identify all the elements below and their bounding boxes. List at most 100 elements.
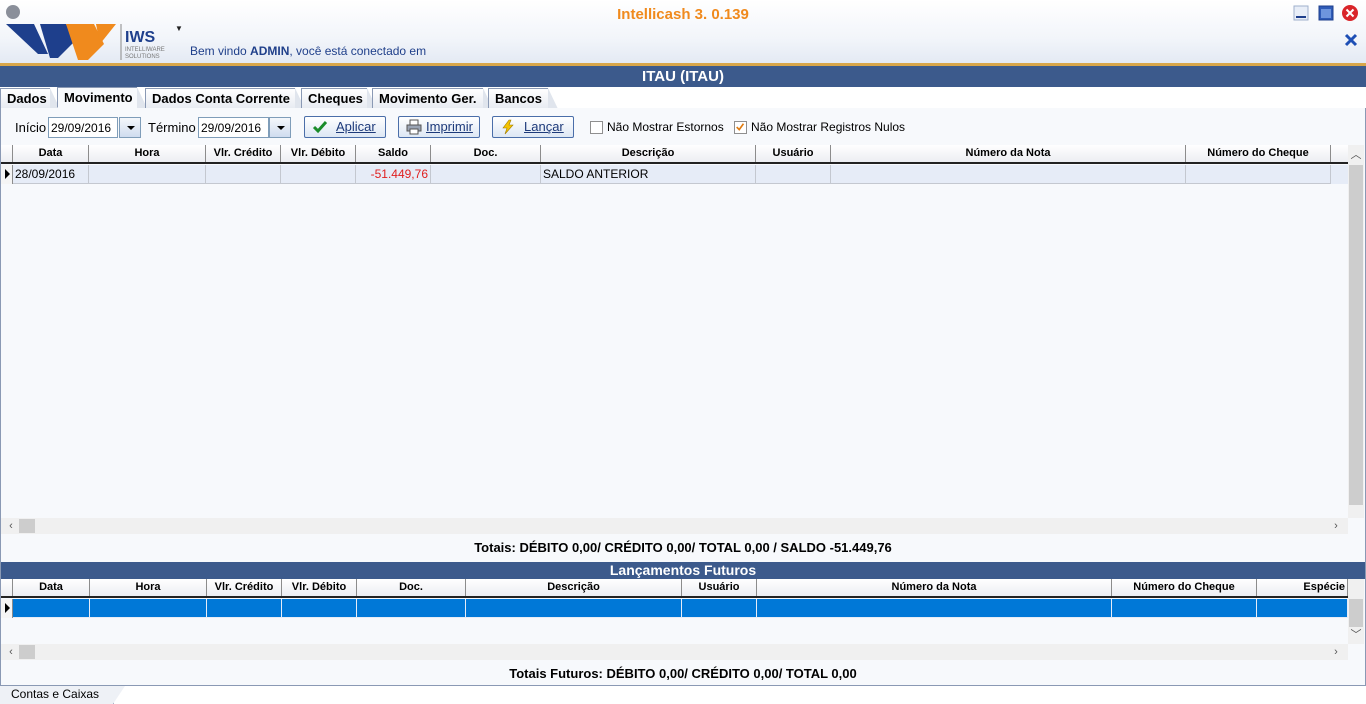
cell-saldo[interactable]: -51.449,76 bbox=[356, 165, 431, 184]
scroll-right-arrow-icon[interactable]: › bbox=[1328, 518, 1344, 534]
row-indicator bbox=[1, 165, 13, 184]
cell-numero-nota[interactable] bbox=[831, 165, 1186, 184]
row-pointer-icon bbox=[5, 603, 10, 613]
cell-numero-cheque[interactable] bbox=[1112, 599, 1257, 618]
column-header-numero-cheque[interactable]: Número do Cheque bbox=[1112, 579, 1257, 596]
aplicar-button[interactable]: Aplicar bbox=[304, 116, 386, 138]
horizontal-scroll-thumb[interactable] bbox=[19, 519, 35, 533]
cell-debito[interactable] bbox=[281, 165, 356, 184]
tab-movimento-ger[interactable]: Movimento Ger. bbox=[372, 88, 493, 109]
cell-data[interactable] bbox=[13, 599, 90, 618]
lancar-button[interactable]: Lançar bbox=[492, 116, 574, 138]
scroll-up-arrow-icon[interactable]: ︿ bbox=[1348, 147, 1364, 163]
cell-credito[interactable] bbox=[207, 599, 282, 618]
inicio-date-input[interactable] bbox=[48, 117, 118, 138]
lancamentos-futuros-title: Lançamentos Futuros bbox=[1, 562, 1365, 579]
aplicar-label: Aplicar bbox=[336, 119, 376, 134]
movimento-vertical-scrollbar[interactable]: ︿ bbox=[1348, 145, 1364, 518]
tab-contas-e-caixas[interactable]: Contas e Caixas bbox=[0, 686, 125, 704]
vertical-scroll-thumb[interactable] bbox=[1349, 165, 1363, 505]
maximize-icon[interactable] bbox=[1317, 4, 1335, 22]
column-header-numero-cheque[interactable]: Número do Cheque bbox=[1186, 145, 1331, 162]
cell-numero-cheque[interactable] bbox=[1186, 165, 1331, 184]
cell-data[interactable]: 28/09/2016 bbox=[13, 165, 89, 184]
column-header-doc[interactable]: Doc. bbox=[431, 145, 541, 162]
chevron-down-icon bbox=[277, 126, 285, 130]
cell-credito[interactable] bbox=[206, 165, 281, 184]
tab-movimento[interactable]: Movimento bbox=[57, 87, 147, 108]
scroll-left-arrow-icon[interactable]: ‹ bbox=[3, 518, 19, 534]
horizontal-scroll-thumb[interactable] bbox=[19, 645, 35, 659]
imprimir-button[interactable]: Imprimir bbox=[398, 116, 480, 138]
cell-debito[interactable] bbox=[282, 599, 357, 618]
bottom-tab-bar bbox=[0, 685, 1366, 704]
cell-especie[interactable] bbox=[1257, 599, 1348, 618]
cell-numero-nota[interactable] bbox=[757, 599, 1112, 618]
termino-date-input[interactable] bbox=[198, 117, 269, 138]
cell-hora[interactable] bbox=[89, 165, 206, 184]
checkmark-icon bbox=[736, 123, 745, 131]
cell-doc[interactable] bbox=[357, 599, 466, 618]
welcome-user: ADMIN bbox=[250, 44, 290, 58]
column-header-data[interactable]: Data bbox=[13, 579, 90, 596]
nao-mostrar-nulos-checkbox[interactable] bbox=[734, 121, 747, 134]
futuros-grid-header: Data Hora Vlr. Crédito Vlr. Débito Doc. … bbox=[1, 579, 1348, 598]
printer-icon bbox=[406, 119, 422, 135]
column-header-doc[interactable]: Doc. bbox=[357, 579, 466, 596]
column-header-vlr-credito[interactable]: Vlr. Crédito bbox=[207, 579, 282, 596]
cell-usuario[interactable] bbox=[682, 599, 757, 618]
column-header-saldo[interactable]: Saldo bbox=[356, 145, 431, 162]
logo-subtitle-1: INTELLIWARE bbox=[125, 47, 165, 53]
table-row-selected[interactable] bbox=[1, 599, 1348, 618]
column-header-data[interactable]: Data bbox=[13, 145, 89, 162]
cell-doc[interactable] bbox=[431, 165, 541, 184]
lancar-label: Lançar bbox=[524, 119, 564, 134]
termino-dropdown-button[interactable] bbox=[269, 117, 291, 138]
logo-dropdown-icon[interactable]: ▼ bbox=[175, 24, 183, 33]
tab-dados-conta-corrente[interactable]: Dados Conta Corrente bbox=[145, 88, 305, 109]
inicio-dropdown-button[interactable] bbox=[119, 117, 141, 138]
scroll-down-arrow-icon[interactable]: ﹀ bbox=[1348, 627, 1364, 643]
movimento-panel: Início Término Aplicar Imprimir Lançar N… bbox=[0, 108, 1366, 686]
column-header-usuario[interactable]: Usuário bbox=[756, 145, 831, 162]
row-indicator bbox=[1, 599, 13, 618]
nao-mostrar-nulos-label: Não Mostrar Registros Nulos bbox=[751, 120, 906, 134]
imprimir-label: Imprimir bbox=[426, 119, 473, 134]
welcome-prefix: Bem vindo bbox=[190, 44, 251, 58]
column-header-hora[interactable]: Hora bbox=[89, 145, 206, 162]
scroll-left-arrow-icon[interactable]: ‹ bbox=[3, 644, 19, 660]
nao-mostrar-estornos-checkbox[interactable] bbox=[590, 121, 603, 134]
column-header-descricao[interactable]: Descrição bbox=[466, 579, 682, 596]
table-row[interactable]: 28/09/2016 -51.449,76 SALDO ANTERIOR bbox=[1, 165, 1348, 184]
column-header-vlr-debito[interactable]: Vlr. Débito bbox=[281, 145, 356, 162]
cell-descricao[interactable] bbox=[466, 599, 682, 618]
termino-label: Término bbox=[148, 120, 196, 135]
close-form-icon[interactable] bbox=[1342, 31, 1360, 49]
logo-subtitle-2: SOLUTIONS bbox=[125, 54, 160, 60]
cell-hora[interactable] bbox=[90, 599, 207, 618]
movimento-grid-header: Data Hora Vlr. Crédito Vlr. Débito Saldo… bbox=[1, 145, 1348, 164]
cell-usuario[interactable] bbox=[756, 165, 831, 184]
tab-bancos[interactable]: Bancos bbox=[488, 88, 558, 109]
futuros-vertical-scrollbar[interactable]: ﹀ bbox=[1348, 579, 1364, 644]
column-header-numero-nota[interactable]: Número da Nota bbox=[757, 579, 1112, 596]
scroll-right-arrow-icon[interactable]: › bbox=[1328, 644, 1344, 660]
column-header-usuario[interactable]: Usuário bbox=[682, 579, 757, 596]
column-header-numero-nota[interactable]: Número da Nota bbox=[831, 145, 1186, 162]
cell-descricao[interactable]: SALDO ANTERIOR bbox=[541, 165, 756, 184]
column-header-vlr-credito[interactable]: Vlr. Crédito bbox=[206, 145, 281, 162]
minimize-icon[interactable] bbox=[1292, 4, 1310, 22]
column-header-especie[interactable]: Espécie bbox=[1257, 579, 1348, 596]
tab-bar: Dados Movimento Dados Conta Corrente Che… bbox=[0, 87, 1366, 195]
futuros-horizontal-scrollbar[interactable]: ‹ › bbox=[1, 644, 1348, 660]
vertical-scroll-thumb[interactable] bbox=[1349, 599, 1363, 627]
movimento-horizontal-scrollbar[interactable]: ‹ › bbox=[1, 518, 1348, 534]
column-header-vlr-debito[interactable]: Vlr. Débito bbox=[282, 579, 357, 596]
app-header: IWS INTELLIWARE SOLUTIONS ▼ Bem vindo AD… bbox=[0, 0, 1366, 64]
tab-dados[interactable]: Dados bbox=[0, 88, 60, 109]
column-header-hora[interactable]: Hora bbox=[90, 579, 207, 596]
inicio-label: Início bbox=[15, 120, 47, 135]
tab-cheques[interactable]: Cheques bbox=[301, 88, 377, 109]
column-header-descricao[interactable]: Descrição bbox=[541, 145, 756, 162]
close-icon[interactable] bbox=[1341, 4, 1359, 22]
